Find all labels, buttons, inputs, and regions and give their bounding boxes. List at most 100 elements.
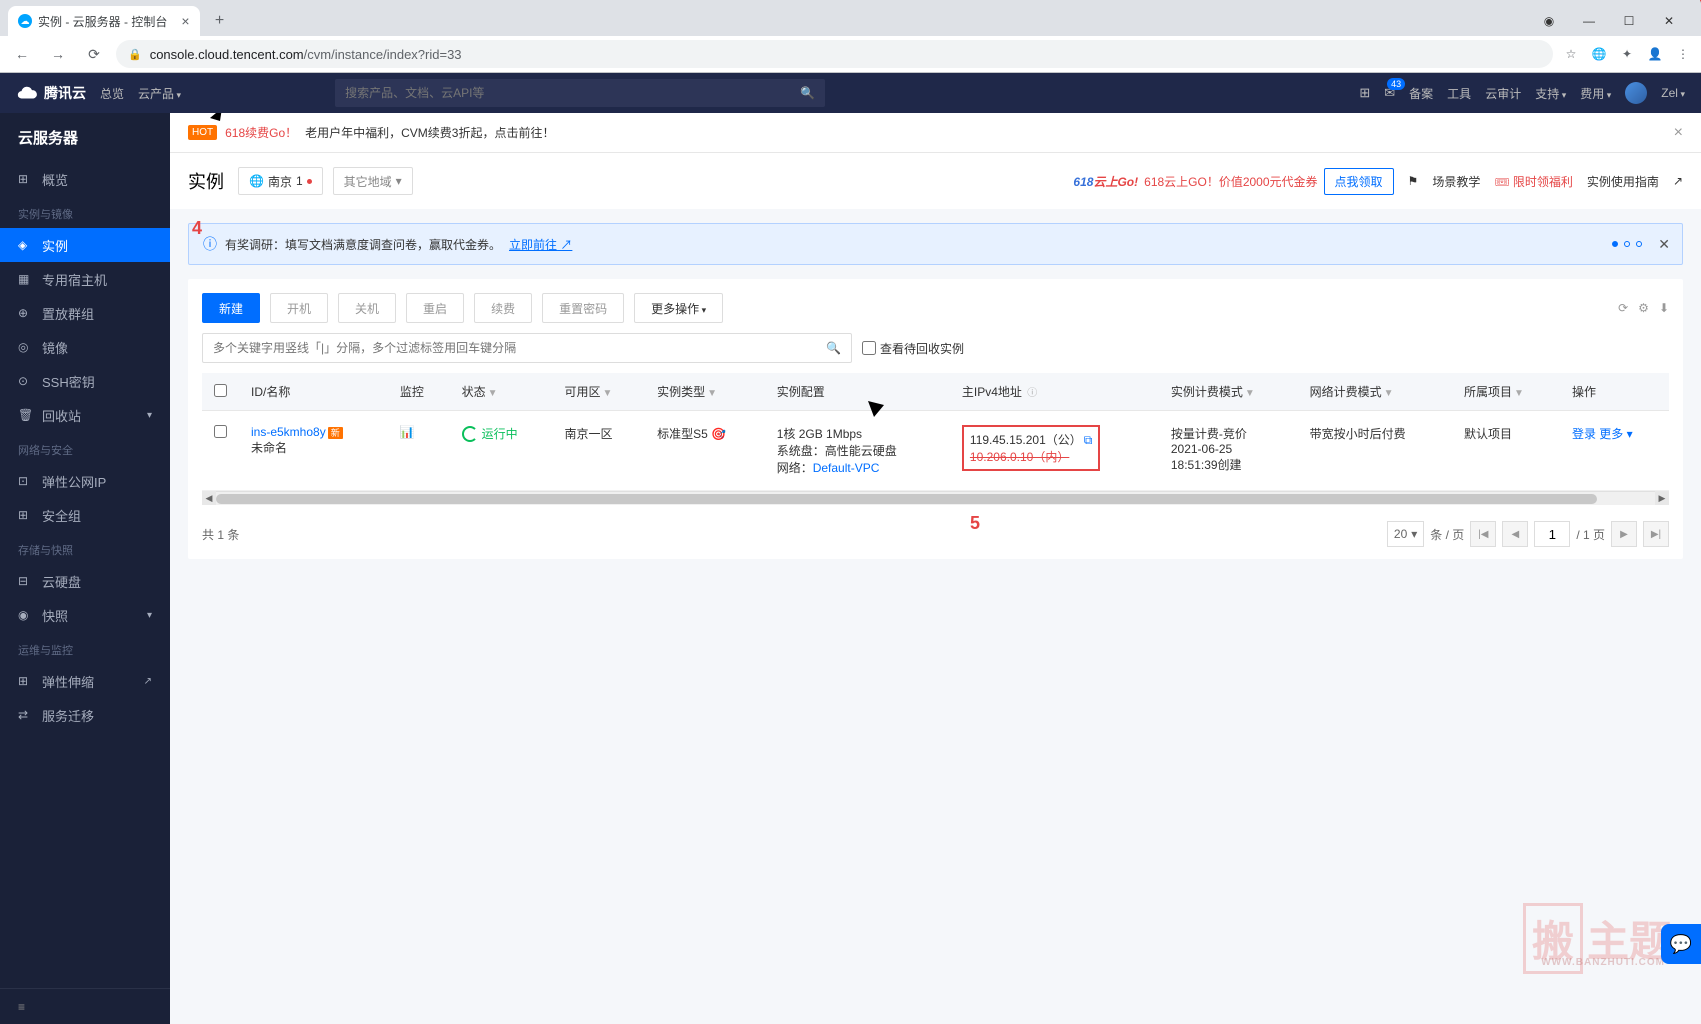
stop-button[interactable]: 关机 [338, 293, 396, 323]
scroll-left-icon[interactable]: ◀ [202, 491, 216, 505]
global-search[interactable]: 🔍 [335, 79, 825, 107]
sidebar-item-cbs[interactable]: ⊟云硬盘 [0, 564, 170, 598]
more-actions-button[interactable]: 更多操作 [634, 293, 723, 323]
first-page-button[interactable]: |◀ [1470, 521, 1496, 547]
brand-logo[interactable]: 腾讯云 [16, 82, 86, 104]
resetpw-button[interactable]: 重置密码 [542, 293, 624, 323]
sidebar-item-ssh[interactable]: ⊙SSH密钥 [0, 364, 170, 398]
download-icon[interactable]: ⬇ [1659, 301, 1669, 315]
search-icon[interactable]: 🔍 [826, 341, 841, 355]
filter-input[interactable]: 🔍 [202, 333, 852, 363]
cell-monitor[interactable]: 📊 [388, 411, 450, 491]
new-tab-button[interactable]: + [208, 12, 232, 30]
reload-button[interactable]: ⟳ [80, 46, 108, 63]
start-button[interactable]: 开机 [270, 293, 328, 323]
region-other[interactable]: 其它地域 ▾ [333, 167, 413, 195]
nav-support[interactable]: 支持 [1535, 85, 1566, 102]
refresh-icon[interactable]: ⟳ [1618, 301, 1628, 315]
sidebar-item-as[interactable]: ⊞弹性伸缩↗ [0, 664, 170, 698]
tab-close-icon[interactable]: × [181, 13, 189, 29]
sidebar-item-placement[interactable]: ⊕置放群组 [0, 296, 170, 330]
link-scene[interactable]: 场景教学 [1432, 173, 1480, 190]
last-page-button[interactable]: ▶| [1643, 521, 1669, 547]
sidebar-item-sg[interactable]: ⊞安全组 [0, 498, 170, 532]
col-type[interactable]: 实例类型▼ [645, 373, 765, 411]
col-id[interactable]: ID/名称 [239, 373, 388, 411]
nav-overview[interactable]: 总览 [100, 85, 124, 102]
nav-user[interactable]: Zel [1661, 86, 1685, 100]
select-all-chk[interactable] [214, 384, 227, 397]
sidebar-collapse[interactable]: ≡ [0, 988, 170, 1024]
promo-claim-button[interactable]: 点我领取 [1324, 168, 1394, 195]
col-netbilling[interactable]: 网络计费模式▼ [1298, 373, 1452, 411]
minimize-button[interactable]: — [1569, 7, 1609, 35]
col-az[interactable]: 可用区▼ [552, 373, 645, 411]
account-icon[interactable]: ◉ [1529, 7, 1569, 35]
page-input[interactable] [1534, 521, 1570, 547]
renew-button[interactable]: 续费 [474, 293, 532, 323]
translate-icon[interactable]: 🌐 [1589, 44, 1609, 64]
banner-close-icon[interactable]: × [1674, 124, 1683, 142]
sidebar-item-host[interactable]: ▦专用宿主机 [0, 262, 170, 296]
alert-pagination[interactable] [1612, 241, 1642, 247]
row-chk[interactable] [214, 425, 227, 438]
col-ip[interactable]: 主IPv4地址 ⓘ [950, 373, 1159, 411]
next-page-button[interactable]: ▶ [1611, 521, 1637, 547]
scroll-right-icon[interactable]: ▶ [1655, 491, 1669, 505]
link-guide[interactable]: 实例使用指南 [1587, 173, 1659, 190]
nav-fees[interactable]: 费用 [1580, 85, 1611, 102]
recycle-checkbox[interactable]: 查看待回收实例 [862, 340, 964, 357]
alert-close-icon[interactable]: ✕ [1658, 236, 1670, 253]
scroll-track[interactable] [216, 491, 1655, 505]
sidebar-item-recycle[interactable]: 🗑回收站▾ [0, 398, 170, 432]
apps-icon[interactable]: ⊞ [1359, 85, 1370, 101]
copy-icon[interactable]: ⧉ [1084, 433, 1093, 447]
back-button[interactable]: ← [8, 46, 36, 62]
forward-button[interactable]: → [44, 46, 72, 62]
col-status[interactable]: 状态▼ [450, 373, 553, 411]
prev-page-button[interactable]: ◀ [1502, 521, 1528, 547]
nav-beian[interactable]: 备案 [1409, 85, 1433, 102]
col-monitor[interactable]: 监控 [388, 373, 450, 411]
search-icon[interactable]: 🔍 [800, 86, 815, 100]
extensions-icon[interactable]: ✦ [1617, 44, 1637, 64]
table-row[interactable]: ins-e5kmho8y新 未命名 📊 运行中 南京一区 标准型S5 🎯 1核 … [202, 411, 1669, 491]
profile-icon[interactable]: 👤 [1645, 44, 1665, 64]
login-link[interactable]: 登录 [1572, 427, 1596, 441]
close-window-button[interactable]: ✕ [1649, 7, 1689, 35]
scroll-thumb[interactable] [216, 494, 1597, 504]
banner-link[interactable]: 618续费Go！ [225, 124, 297, 141]
vpc-link[interactable]: Default-VPC [813, 461, 880, 475]
restart-button[interactable]: 重启 [406, 293, 464, 323]
settings-icon[interactable]: ⚙ [1638, 301, 1649, 315]
sidebar-item-overview[interactable]: ⊞概览 [0, 162, 170, 196]
menu-icon[interactable]: ⋮ [1673, 44, 1693, 64]
filter-field[interactable] [213, 341, 826, 355]
sidebar-item-eip[interactable]: ⊡弹性公网IP [0, 464, 170, 498]
nav-products[interactable]: 云产品 [138, 85, 181, 102]
more-link[interactable]: 更多 ▾ [1599, 427, 1632, 441]
col-project[interactable]: 所属项目▼ [1452, 373, 1560, 411]
nav-audit[interactable]: 云审计 [1485, 85, 1521, 102]
url-input[interactable]: 🔒 console.cloud.tencent.com/cvm/instance… [116, 40, 1553, 68]
region-selector[interactable]: 🌐 南京 1 [238, 167, 323, 195]
chat-fab[interactable]: 💬 [1661, 924, 1701, 964]
browser-tab[interactable]: ☁ 实例 - 云服务器 - 控制台 × [8, 6, 200, 36]
mail-icon[interactable]: ✉43 [1384, 85, 1395, 101]
star-icon[interactable]: ☆ [1561, 44, 1581, 64]
instance-id[interactable]: ins-e5kmho8y [251, 425, 326, 439]
link-limited[interactable]: 🎟 限时领福利 [1494, 173, 1573, 190]
new-button[interactable]: 新建 [202, 293, 260, 323]
page-size-select[interactable]: 20 ▾ [1387, 521, 1424, 547]
avatar[interactable] [1625, 82, 1647, 104]
col-billing[interactable]: 实例计费模式▼ [1159, 373, 1298, 411]
maximize-button[interactable]: ☐ [1609, 7, 1649, 35]
col-config[interactable]: 实例配置 [765, 373, 950, 411]
alert-link[interactable]: 立即前往 ↗ [509, 236, 572, 253]
sidebar-item-migrate[interactable]: ⇄服务迁移 [0, 698, 170, 732]
recycle-chk[interactable] [862, 341, 876, 355]
sidebar-item-snapshot[interactable]: ◉快照▾ [0, 598, 170, 632]
sidebar-item-instance[interactable]: ◈实例 [0, 228, 170, 262]
sidebar-item-image[interactable]: ◎镜像 [0, 330, 170, 364]
nav-tools[interactable]: 工具 [1447, 85, 1471, 102]
